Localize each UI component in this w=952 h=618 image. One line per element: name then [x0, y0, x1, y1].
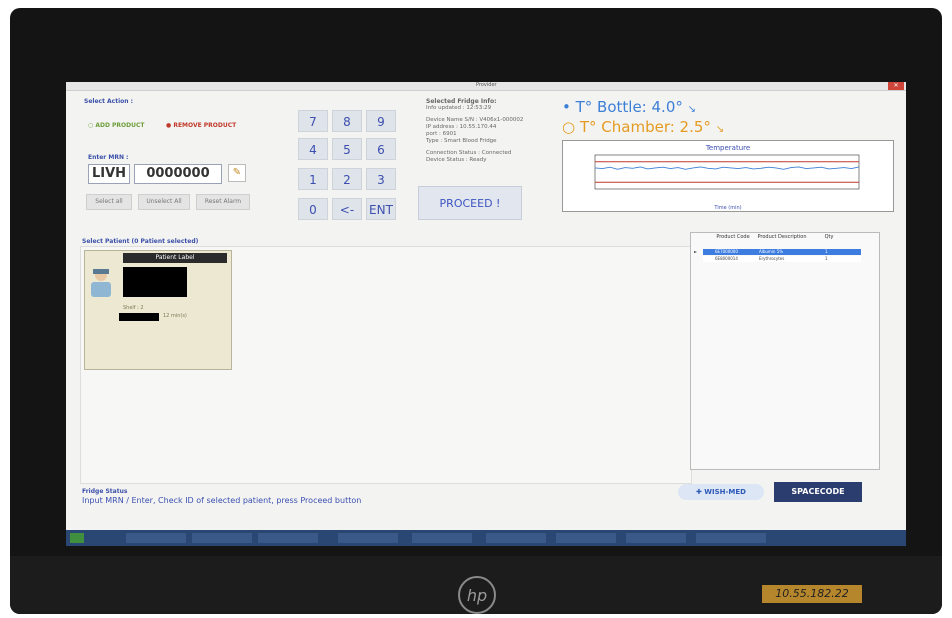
keypad-enter-key[interactable]: ENT: [366, 198, 396, 220]
wishmed-logo: ✚ WISH-MED: [678, 484, 764, 500]
keypad-key[interactable]: 6: [366, 138, 396, 160]
fridge-status-label: Fridge Status: [82, 488, 128, 495]
fridge-connection: Connection Status : Connected: [426, 150, 512, 156]
column-header: Qty: [824, 234, 834, 240]
keypad-key[interactable]: 8: [332, 110, 362, 132]
ip-sticker: 10.55.182.22: [762, 585, 862, 603]
product-code: 6E7000000: [715, 249, 738, 254]
product-qty: 1: [825, 256, 828, 261]
taskbar-item[interactable]: [412, 533, 472, 543]
patient-label: Patient Label: [123, 253, 227, 263]
mrn-label: Enter MRN :: [88, 154, 129, 161]
wishmed-logo-text: WISH-MED: [704, 488, 746, 496]
fridge-type: Type : Smart Blood Fridge: [426, 138, 497, 144]
column-header: Product Description: [757, 234, 807, 240]
reset-alarm-button[interactable]: Reset Alarm: [196, 194, 250, 210]
keypad-key[interactable]: 1: [298, 168, 328, 190]
chart-title: Temperature: [705, 144, 750, 152]
keypad-key[interactable]: 9: [366, 110, 396, 132]
patient-avatar-icon: [91, 269, 111, 297]
keypad-backspace-key[interactable]: <-: [332, 198, 362, 220]
fridge-info: Selected Fridge Info: Info updated : 12:…: [426, 98, 546, 164]
remove-product-radio[interactable]: ● REMOVE PRODUCT: [166, 122, 236, 129]
patient-time: 12 min(s): [163, 313, 187, 319]
redacted-patient-id: [119, 313, 159, 321]
taskbar-item[interactable]: [626, 533, 686, 543]
keypad-key[interactable]: 4: [298, 138, 328, 160]
keypad-key[interactable]: 3: [366, 168, 396, 190]
product-table: Product Code Product Description Qty ► 6…: [690, 232, 880, 470]
edit-pen-icon[interactable]: ✎: [228, 164, 246, 182]
add-product-label: ADD PRODUCT: [95, 122, 145, 129]
temperature-chart: Temperature Time (min): [562, 140, 894, 212]
fridge-device-name: Device Name S/N : V406x1-000002: [426, 117, 524, 123]
mrn-input[interactable]: 0000000: [134, 164, 222, 184]
chart-plot-area: [594, 154, 860, 190]
keypad-key[interactable]: 0: [298, 198, 328, 220]
fridge-ip: IP address : 10.55.170.44: [426, 124, 497, 130]
add-product-radio[interactable]: ○ ADD PRODUCT: [88, 122, 145, 129]
chamber-temperature-text: T° Chamber: 2.5°: [579, 118, 711, 136]
table-row[interactable]: ► 6E7000000 Albumin 5% 1: [694, 249, 861, 255]
fridge-port: port : 6901: [426, 131, 457, 137]
column-header: Product Code: [716, 234, 750, 240]
taskbar-item[interactable]: [338, 533, 398, 543]
patient-shelf: Shelf : 2: [123, 305, 144, 311]
title-bar: Provider ✕: [66, 82, 906, 91]
taskbar-item[interactable]: [696, 533, 766, 543]
chart-x-axis-label: Time (min): [713, 205, 741, 211]
table-row[interactable]: 6E8000014 Erythrocytes 1: [703, 256, 861, 262]
product-description: Albumin 5%: [759, 249, 784, 254]
bottle-temperature-text: T° Bottle: 4.0°: [575, 98, 683, 116]
fridge-info-updated: Info updated : 12:53:29: [426, 105, 492, 111]
product-qty: 1: [825, 249, 828, 254]
temperature-chart-svg: Temperature Time (min): [594, 144, 860, 211]
keypad-key[interactable]: 2: [332, 168, 362, 190]
app-window: Provider ✕ Select Action : ○ ADD PRODUCT…: [66, 82, 906, 546]
close-icon[interactable]: ✕: [888, 82, 904, 90]
taskbar-item[interactable]: [486, 533, 546, 543]
product-table-header: Product Code Product Description Qty: [691, 233, 879, 247]
taskbar-item[interactable]: [192, 533, 252, 543]
hp-logo: hp: [458, 576, 496, 614]
redacted-patient-name: [123, 267, 187, 297]
keypad-key[interactable]: 5: [332, 138, 362, 160]
remove-product-label: REMOVE PRODUCT: [173, 122, 237, 129]
start-icon[interactable]: [70, 533, 84, 543]
patient-panel-header: Select Patient (0 Patient selected): [82, 238, 199, 245]
spacecode-logo: SPACECODE: [774, 482, 862, 502]
product-code: 6E8000014: [715, 256, 738, 261]
proceed-button[interactable]: PROCEED !: [418, 186, 522, 220]
select-action-label: Select Action :: [84, 98, 134, 105]
product-description: Erythrocytes: [759, 256, 785, 261]
taskbar-item[interactable]: [556, 533, 616, 543]
keypad-key[interactable]: 7: [298, 110, 328, 132]
patient-card[interactable]: Patient Label Shelf : 2 12 min(s): [84, 250, 232, 370]
system-tray[interactable]: [826, 533, 902, 543]
row-pointer-icon: ►: [694, 249, 698, 254]
taskbar: [66, 530, 906, 546]
chamber-temperature: ○ T° Chamber: 2.5° ↘: [562, 118, 725, 136]
taskbar-item[interactable]: [258, 533, 318, 543]
fridge-status-message: Input MRN / Enter, Check ID of selected …: [82, 496, 362, 505]
taskbar-item[interactable]: [126, 533, 186, 543]
bottle-temperature: • T° Bottle: 4.0° ↘: [562, 98, 697, 116]
fridge-device-status: Device Status : Ready: [426, 157, 487, 163]
select-all-button[interactable]: Select all: [86, 194, 132, 210]
unselect-all-button[interactable]: Unselect All: [138, 194, 190, 210]
window-title: Provider: [476, 82, 497, 88]
mrn-prefix-field[interactable]: LIVH: [88, 164, 130, 184]
fridge-info-title: Selected Fridge Info:: [426, 98, 497, 105]
